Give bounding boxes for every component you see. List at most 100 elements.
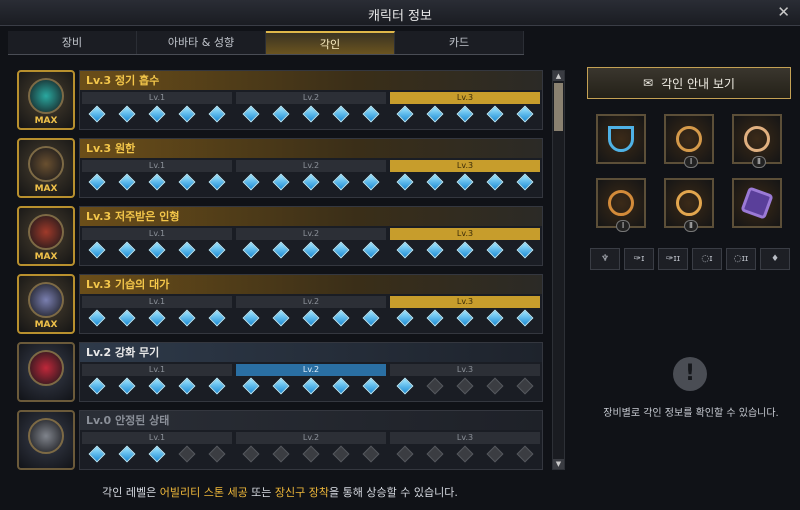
necklace-slot[interactable] bbox=[596, 114, 646, 164]
gem-icon-active bbox=[302, 309, 320, 327]
earring-2-filter[interactable]: ✑ɪɪ bbox=[658, 248, 688, 270]
earring-icon bbox=[676, 126, 702, 152]
engraving-panel: Lv.3 정기 흡수 Lv.1 Lv.2 Lv.3 bbox=[79, 70, 543, 130]
close-icon[interactable]: ✕ bbox=[777, 3, 790, 21]
gem-track bbox=[80, 376, 542, 395]
gem-icon-active bbox=[208, 105, 226, 123]
earring-icon bbox=[744, 126, 770, 152]
engraving-name: Lv.3 원한 bbox=[80, 139, 542, 158]
gem-icon-inactive bbox=[426, 445, 444, 463]
earring-1-filter[interactable]: ✑ɪ bbox=[624, 248, 654, 270]
tab-card[interactable]: 카드 bbox=[395, 31, 524, 54]
ability-stone-icon bbox=[740, 186, 774, 220]
level-bar: Lv.1 Lv.2 Lv.3 bbox=[80, 362, 542, 376]
ring-2-slot[interactable]: Ⅱ bbox=[664, 178, 714, 232]
gem-icon-active bbox=[88, 105, 106, 123]
ring-1-slot[interactable]: Ⅰ bbox=[596, 178, 646, 232]
gem-icon-active bbox=[302, 377, 320, 395]
engraving-row[interactable]: MAX Lv.3 기습의 대가 Lv.1 Lv.2 Lv.3 bbox=[15, 272, 543, 336]
gem-icon-active bbox=[362, 173, 380, 191]
level-segment: Lv.1 bbox=[82, 228, 232, 240]
gem-icon-active bbox=[88, 377, 106, 395]
gem-icon-active bbox=[242, 309, 260, 327]
scrollbar[interactable]: ▲ ▼ bbox=[552, 70, 565, 470]
gem-icon-active bbox=[118, 105, 136, 123]
gem-icon-active bbox=[178, 309, 196, 327]
gem-icon-active bbox=[272, 173, 290, 191]
gem-group bbox=[390, 309, 540, 327]
level-segment: Lv.1 bbox=[82, 160, 232, 172]
scroll-thumb[interactable] bbox=[554, 83, 563, 131]
gem-icon-active bbox=[88, 173, 106, 191]
engraving-panel: Lv.0 안정된 상태 Lv.1 Lv.2 Lv.3 bbox=[79, 410, 543, 470]
ring-2-filter[interactable]: ◌ɪɪ bbox=[726, 248, 756, 270]
character-info-window: 캐릭터 정보 ✕ 장비 아바타 & 성향 각인 카드 MAX Lv.3 정기 흡수… bbox=[0, 0, 800, 510]
scroll-up-icon[interactable]: ▲ bbox=[553, 71, 564, 81]
gem-icon-active bbox=[242, 173, 260, 191]
engraving-icon bbox=[28, 146, 64, 182]
engraving-row[interactable]: Lv.2 강화 무기 Lv.1 Lv.2 Lv.3 bbox=[15, 340, 543, 404]
guide-button[interactable]: ✉ 각인 안내 보기 bbox=[587, 67, 791, 99]
ability-stone-slot[interactable] bbox=[732, 178, 782, 228]
gem-icon-active bbox=[332, 241, 350, 259]
gem-track bbox=[80, 444, 542, 463]
tab-avatar[interactable]: 아바타 & 성향 bbox=[137, 31, 266, 54]
engraving-row[interactable]: MAX Lv.3 원한 Lv.1 Lv.2 Lv.3 bbox=[15, 136, 543, 200]
earring-1-slot[interactable]: Ⅰ bbox=[664, 114, 714, 168]
gem-icon-active bbox=[178, 377, 196, 395]
gem-icon-active bbox=[242, 377, 260, 395]
slot-number: Ⅱ bbox=[684, 220, 698, 232]
engraving-portrait bbox=[17, 410, 75, 470]
info-icon: ! bbox=[673, 357, 707, 391]
earring-2-slot[interactable]: Ⅱ bbox=[732, 114, 782, 168]
stone-filter[interactable]: ♦ bbox=[760, 248, 790, 270]
gem-track bbox=[80, 104, 542, 123]
necklace-filter[interactable]: ♆ bbox=[590, 248, 620, 270]
gem-icon-active bbox=[208, 309, 226, 327]
scroll-down-icon[interactable]: ▼ bbox=[553, 459, 564, 469]
engraving-portrait: MAX bbox=[17, 206, 75, 266]
gem-icon-inactive bbox=[486, 377, 504, 395]
max-label: MAX bbox=[34, 116, 58, 126]
gem-icon-active bbox=[302, 173, 320, 191]
gem-group bbox=[236, 173, 386, 191]
level-segment: Lv.3 bbox=[390, 92, 540, 104]
gem-icon-active bbox=[118, 173, 136, 191]
tab-equipment[interactable]: 장비 bbox=[8, 31, 137, 54]
level-bar: Lv.1 Lv.2 Lv.3 bbox=[80, 90, 542, 104]
level-segment: Lv.1 bbox=[82, 296, 232, 308]
gem-icon-active bbox=[208, 241, 226, 259]
footer-hint: 각인 레벨은 어빌리티 스톤 세공 또는 장신구 장착을 통해 상승할 수 있습… bbox=[0, 484, 560, 500]
tab-engraving[interactable]: 각인 bbox=[266, 31, 395, 54]
engraving-name: Lv.0 안정된 상태 bbox=[80, 411, 542, 430]
level-segment: Lv.3 bbox=[390, 432, 540, 444]
ring-1-filter[interactable]: ◌ɪ bbox=[692, 248, 722, 270]
tab-bar: 장비 아바타 & 성향 각인 카드 bbox=[8, 31, 524, 55]
gem-icon-inactive bbox=[456, 445, 474, 463]
engraving-icon bbox=[28, 418, 64, 454]
level-segment: Lv.3 bbox=[390, 228, 540, 240]
gem-icon-active bbox=[332, 309, 350, 327]
gem-group bbox=[390, 173, 540, 191]
engraving-row[interactable]: Lv.0 안정된 상태 Lv.1 Lv.2 Lv.3 bbox=[15, 408, 543, 470]
level-segment: Lv.2 bbox=[236, 228, 386, 240]
gem-group bbox=[390, 445, 540, 463]
gem-group bbox=[82, 173, 232, 191]
gem-icon-active bbox=[396, 309, 414, 327]
engraving-row[interactable]: MAX Lv.3 정기 흡수 Lv.1 Lv.2 Lv.3 bbox=[15, 68, 543, 132]
gem-icon-active bbox=[456, 105, 474, 123]
info-text: 장비별로 각인 정보를 확인할 수 있습니다. bbox=[603, 408, 779, 419]
gem-icon-active bbox=[272, 377, 290, 395]
gem-icon-active bbox=[178, 173, 196, 191]
gem-icon-active bbox=[332, 377, 350, 395]
engraving-name: Lv.3 정기 흡수 bbox=[80, 71, 542, 90]
level-segment: Lv.2 bbox=[236, 160, 386, 172]
engraving-row[interactable]: MAX Lv.3 저주받은 인형 Lv.1 Lv.2 Lv.3 bbox=[15, 204, 543, 268]
gem-icon-active bbox=[362, 309, 380, 327]
gem-icon-active bbox=[396, 173, 414, 191]
gem-group bbox=[82, 377, 232, 395]
gem-icon-active bbox=[516, 173, 534, 191]
gem-group bbox=[390, 241, 540, 259]
gem-icon-active bbox=[118, 309, 136, 327]
engraving-portrait bbox=[17, 342, 75, 402]
